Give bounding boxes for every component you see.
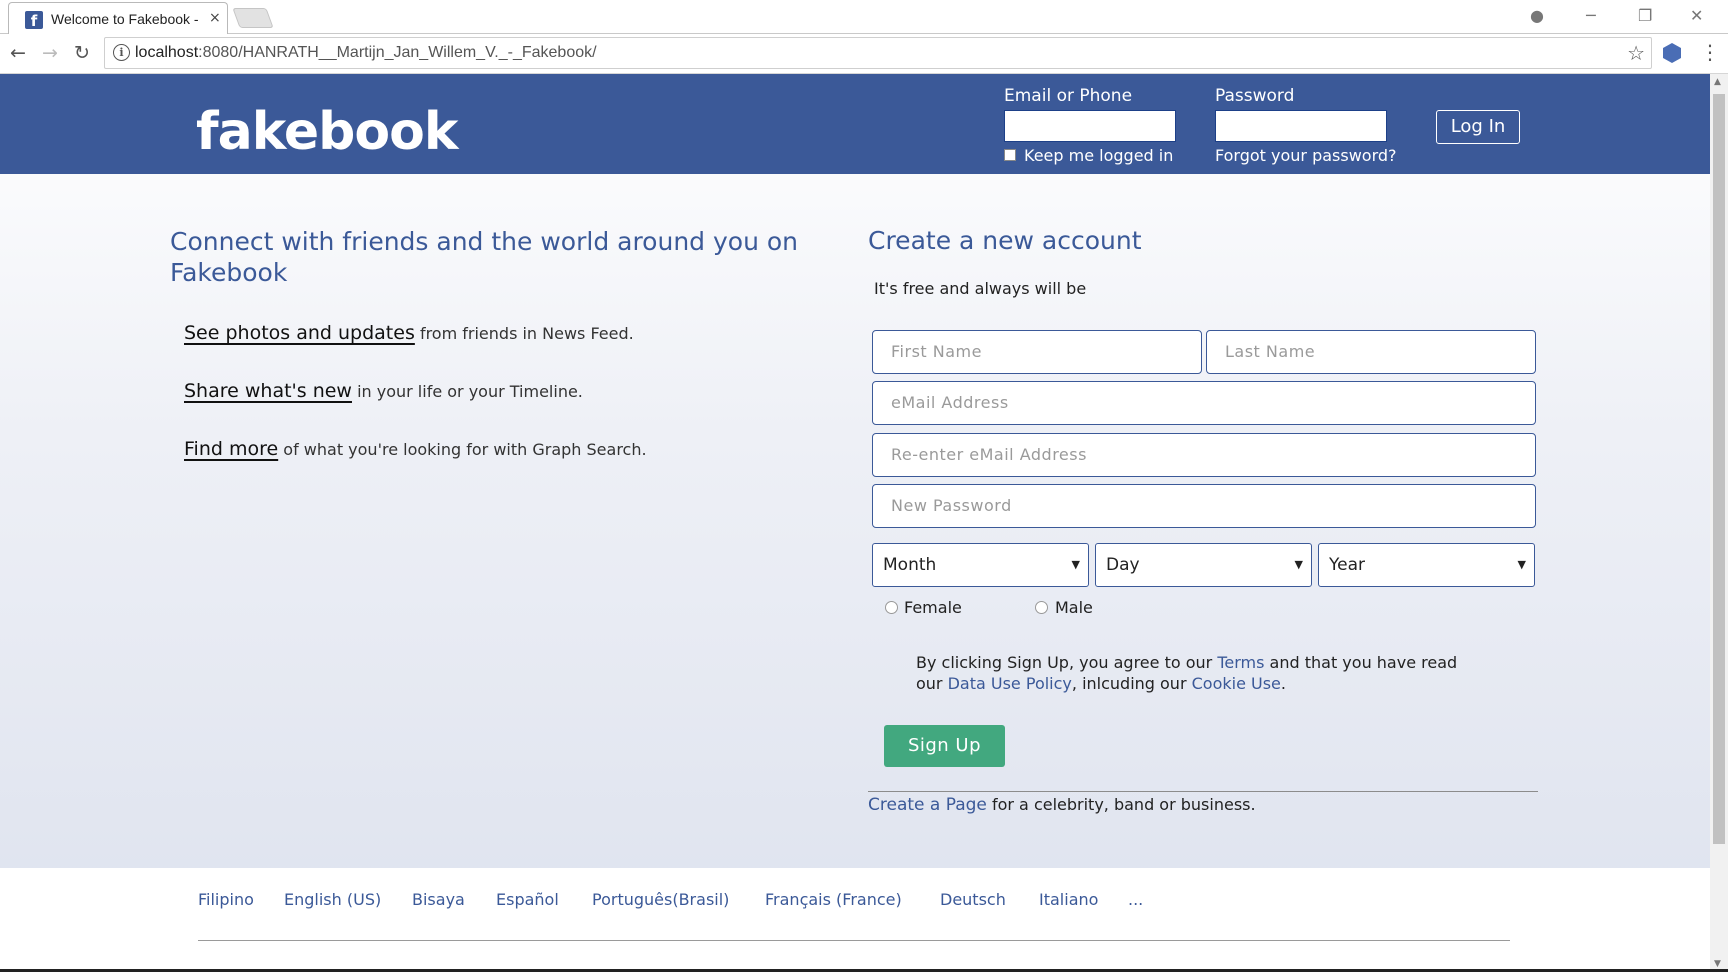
new-password-input[interactable]: New Password bbox=[872, 484, 1536, 528]
sign-up-button[interactable]: Sign Up bbox=[884, 725, 1005, 767]
year-select[interactable]: Year ▼ bbox=[1318, 543, 1535, 587]
scroll-up-icon[interactable]: ▲ bbox=[1714, 77, 1721, 87]
female-label[interactable]: Female bbox=[904, 598, 962, 617]
data-use-policy-link[interactable]: Data Use Policy bbox=[948, 674, 1072, 693]
fakebook-favicon-icon: f bbox=[25, 11, 43, 30]
browser-menu-icon[interactable]: ⋮ bbox=[1700, 40, 1720, 64]
feature-text: of what you're looking for with Graph Se… bbox=[278, 440, 647, 459]
signup-subheading: It's free and always will be bbox=[874, 279, 1087, 298]
reload-icon[interactable]: ↻ bbox=[74, 42, 90, 64]
new-tab-button[interactable] bbox=[232, 8, 274, 28]
create-page-text: Create a Page for a celebrity, band or b… bbox=[868, 795, 1256, 815]
last-name-input[interactable]: Last Name bbox=[1206, 330, 1536, 374]
day-value: Day bbox=[1106, 555, 1140, 575]
male-label[interactable]: Male bbox=[1055, 598, 1093, 617]
page-scrollbar[interactable]: ▲ ▼ bbox=[1710, 74, 1728, 972]
url-text: localhost:8080/HANRATH__Martijn_Jan_Will… bbox=[135, 44, 597, 62]
create-page-rest: for a celebrity, band or business. bbox=[986, 795, 1256, 814]
feature-link[interactable]: Find more bbox=[184, 438, 278, 460]
terms-link[interactable]: Terms bbox=[1217, 653, 1264, 672]
terms-text: By clicking Sign Up, you agree to our Te… bbox=[916, 652, 1476, 694]
bookmark-star-icon[interactable]: ☆ bbox=[1627, 41, 1645, 65]
footer: Filipino English (US) Bisaya Español Por… bbox=[0, 868, 1710, 972]
month-value: Month bbox=[883, 555, 937, 575]
terms-text-part: By clicking Sign Up, you agree to our bbox=[916, 653, 1218, 672]
divider bbox=[868, 791, 1538, 792]
male-radio[interactable] bbox=[1035, 601, 1048, 614]
url-path: :8080/HANRATH__Martijn_Jan_Willem_V._-_F… bbox=[198, 44, 597, 61]
fakebook-logo[interactable]: fakebook bbox=[196, 102, 458, 162]
feature-text: from friends in News Feed. bbox=[414, 324, 634, 343]
forgot-password-link[interactable]: Forgot your password? bbox=[1215, 146, 1397, 165]
scroll-thumb[interactable] bbox=[1713, 94, 1725, 844]
feature-item: Share what's new in your life or your Ti… bbox=[184, 380, 583, 402]
password-label: Password bbox=[1215, 86, 1295, 106]
first-name-input[interactable]: First Name bbox=[872, 330, 1202, 374]
browser-toolbar: ← → ↻ i localhost:8080/HANRATH__Martijn_… bbox=[0, 34, 1728, 74]
day-select[interactable]: Day ▼ bbox=[1095, 543, 1312, 587]
terms-text-part: . bbox=[1280, 674, 1286, 693]
tab-title: Welcome to Fakebook - bbox=[51, 11, 199, 27]
site-header: fakebook Email or Phone Password Log In … bbox=[0, 74, 1710, 174]
dropdown-arrow-icon: ▼ bbox=[1517, 558, 1526, 571]
site-info-icon[interactable]: i bbox=[113, 44, 130, 61]
feature-item: See photos and updates from friends in N… bbox=[184, 322, 634, 344]
language-link[interactable]: Español bbox=[496, 890, 559, 909]
cookie-use-link[interactable]: Cookie Use bbox=[1192, 674, 1281, 693]
keep-logged-in-label[interactable]: Keep me logged in bbox=[1024, 146, 1173, 165]
scroll-down-icon[interactable]: ▼ bbox=[1714, 959, 1721, 969]
language-link[interactable]: Português(Brasil) bbox=[592, 890, 729, 909]
year-value: Year bbox=[1329, 555, 1365, 575]
create-page-link[interactable]: Create a Page bbox=[868, 795, 987, 815]
restore-icon[interactable]: ❐ bbox=[1638, 6, 1652, 25]
back-icon[interactable]: ← bbox=[10, 42, 26, 64]
month-select[interactable]: Month ▼ bbox=[872, 543, 1089, 587]
reenter-email-input[interactable]: Re-enter eMail Address bbox=[872, 433, 1536, 477]
feature-link[interactable]: Share what's new bbox=[184, 380, 352, 402]
address-bar[interactable]: i localhost:8080/HANRATH__Martijn_Jan_Wi… bbox=[104, 37, 1652, 69]
browser-tab-bar: f Welcome to Fakebook - × ● ─ ❐ ✕ bbox=[0, 0, 1728, 34]
minimize-icon[interactable]: ─ bbox=[1586, 6, 1596, 25]
feature-text: in your life or your Timeline. bbox=[351, 382, 583, 401]
terms-text-part: , inlcuding our bbox=[1071, 674, 1192, 693]
language-link[interactable]: English (US) bbox=[284, 890, 381, 909]
forward-icon[interactable]: → bbox=[42, 42, 58, 64]
feature-item: Find more of what you're looking for wit… bbox=[184, 438, 647, 460]
language-link[interactable]: Français (France) bbox=[765, 890, 902, 909]
login-email-input[interactable] bbox=[1004, 110, 1176, 142]
url-host: localhost bbox=[135, 44, 199, 61]
login-password-input[interactable] bbox=[1215, 110, 1387, 142]
more-languages-link[interactable]: ... bbox=[1128, 890, 1143, 909]
dropdown-arrow-icon: ▼ bbox=[1294, 558, 1303, 571]
extension-icon[interactable] bbox=[1663, 43, 1681, 63]
window-close-icon[interactable]: ✕ bbox=[1690, 6, 1703, 25]
page: fakebook Email or Phone Password Log In … bbox=[0, 74, 1710, 972]
account-icon[interactable]: ● bbox=[1530, 6, 1544, 25]
tab-close-icon[interactable]: × bbox=[209, 10, 221, 26]
footer-divider bbox=[198, 940, 1510, 941]
language-link[interactable]: Filipino bbox=[198, 890, 254, 909]
language-link[interactable]: Deutsch bbox=[940, 890, 1006, 909]
login-button[interactable]: Log In bbox=[1436, 110, 1520, 144]
keep-logged-in-checkbox[interactable] bbox=[1004, 149, 1016, 161]
left-heading: Connect with friends and the world aroun… bbox=[170, 227, 799, 287]
language-link[interactable]: Italiano bbox=[1039, 890, 1098, 909]
email-label: Email or Phone bbox=[1004, 86, 1133, 106]
dropdown-arrow-icon: ▼ bbox=[1071, 558, 1080, 571]
feature-link[interactable]: See photos and updates bbox=[184, 322, 415, 344]
email-input[interactable]: eMail Address bbox=[872, 381, 1536, 425]
browser-tab[interactable]: f Welcome to Fakebook - × bbox=[8, 2, 228, 34]
female-radio[interactable] bbox=[885, 601, 898, 614]
language-link[interactable]: Bisaya bbox=[412, 890, 465, 909]
signup-heading: Create a new account bbox=[868, 226, 1142, 255]
